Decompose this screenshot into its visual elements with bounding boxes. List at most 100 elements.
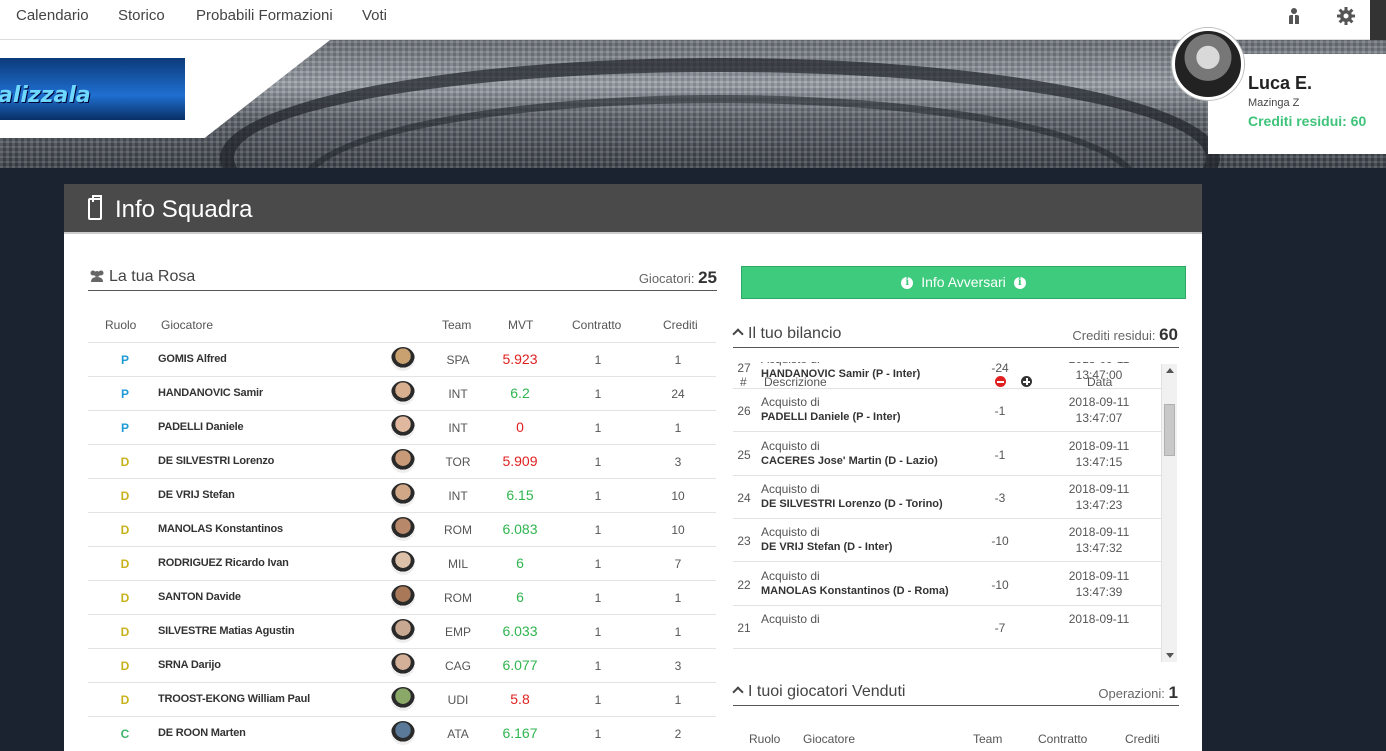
- col-crediti[interactable]: Crediti: [663, 318, 698, 332]
- table-row[interactable]: D SANTON Davide ROM 6 1 1: [88, 580, 716, 614]
- table-row[interactable]: D SILVESTRE Matias Agustin EMP 6.033 1 1: [88, 614, 716, 648]
- transaction-number: 25: [737, 447, 751, 462]
- player-photo: [391, 517, 415, 541]
- list-item[interactable]: 26 Acquisto di PADELLI Daniele (P - Inter)…: [733, 389, 1161, 433]
- info-avversari-button[interactable]: i Info Avversari i: [741, 266, 1186, 299]
- venduti-col-crediti[interactable]: Crediti: [1125, 732, 1160, 746]
- crediti-cell: 10: [671, 489, 685, 503]
- player-name[interactable]: GOMIS Alfred: [158, 353, 227, 365]
- table-row[interactable]: D RODRIGUEZ Ricardo Ivan MIL 6 1 7: [88, 546, 716, 580]
- player-name[interactable]: RODRIGUEZ Ricardo Ivan: [158, 557, 289, 569]
- crediti-cell: 3: [674, 455, 682, 469]
- transaction-date: 2018-09-11: [1049, 362, 1149, 366]
- transaction-number: 26: [737, 404, 751, 419]
- scroll-down-icon[interactable]: [1166, 653, 1174, 658]
- player-photo: [391, 653, 415, 677]
- player-photo: [391, 381, 415, 405]
- player-photo: [391, 415, 415, 439]
- avatar[interactable]: [1172, 28, 1244, 100]
- table-row[interactable]: C DE ROON Marten ATA 6.167 1 2: [88, 716, 716, 750]
- col-team[interactable]: Team: [442, 318, 471, 332]
- contratto-cell: 1: [594, 659, 602, 673]
- player-name[interactable]: HANDANOVIC Samir: [158, 387, 263, 399]
- bilancio-credits-value: 60: [1159, 325, 1178, 344]
- venduti-col-ruolo[interactable]: Ruolo: [749, 732, 780, 746]
- bilancio-list[interactable]: 27 Acquisto di HANDANOVIC Samir (P - Inter…: [733, 362, 1179, 662]
- logo-text: alizzala: [0, 83, 91, 108]
- chevron-up-icon: [732, 328, 744, 340]
- ruolo-cell: D: [120, 625, 130, 639]
- table-row[interactable]: D DE VRIJ Stefan INT 6.15 1 10: [88, 478, 716, 512]
- list-item[interactable]: 22 Acquisto di MANOLAS Konstantinos (D - R…: [733, 563, 1161, 606]
- site-logo[interactable]: alizzala: [0, 58, 185, 120]
- ruolo-cell: P: [120, 421, 129, 435]
- ruolo-cell: D: [120, 693, 130, 707]
- corner-tab[interactable]: [1370, 0, 1386, 40]
- player-name[interactable]: SILVESTRE Matias Agustin: [158, 625, 295, 637]
- transaction-date: 2018-09-11: [1068, 395, 1130, 410]
- transaction-player: HANDANOVIC Samir (P - Inter): [761, 368, 921, 380]
- mvt-cell: 6: [516, 555, 524, 571]
- transaction-number: 23: [737, 534, 751, 549]
- player-name[interactable]: PADELLI Daniele: [158, 421, 244, 433]
- col-giocatore[interactable]: Giocatore: [161, 318, 213, 332]
- info-avversari-label: Info Avversari: [921, 274, 1006, 290]
- transaction-date: 2018-09-11: [1068, 525, 1130, 540]
- contratto-cell: 1: [594, 591, 602, 605]
- list-item[interactable]: 21 Acquisto di -7 2018-09-11: [733, 606, 1161, 649]
- people-icon[interactable]: [1284, 6, 1306, 28]
- venduti-col-giocatore[interactable]: Giocatore: [803, 732, 855, 746]
- table-row[interactable]: D MANOLAS Konstantinos ROM 6.083 1 10: [88, 512, 716, 546]
- bilancio-scrollbar[interactable]: [1161, 364, 1177, 662]
- gear-icon[interactable]: [1336, 6, 1358, 28]
- nav-calendario[interactable]: Calendario: [16, 7, 89, 24]
- transaction-type: Acquisto di: [761, 525, 820, 540]
- contratto-cell: 1: [594, 557, 602, 571]
- team-cell: INT: [448, 489, 468, 503]
- list-item[interactable]: 24 Acquisto di DE SILVESTRI Lorenzo (D - T…: [733, 476, 1161, 519]
- table-row[interactable]: D TROOST-EKONG William Paul UDI 5.8 1 1: [88, 682, 716, 716]
- venduti-col-team[interactable]: Team: [973, 732, 1002, 746]
- transaction-time: 13:47:00: [1075, 368, 1123, 382]
- player-name[interactable]: SRNA Darijo: [158, 659, 221, 671]
- col-contratto[interactable]: Contratto: [572, 318, 621, 332]
- table-row[interactable]: D SRNA Darijo CAG 6.077 1 3: [88, 648, 716, 682]
- venduti-ops-label: Operazioni:: [1098, 686, 1165, 701]
- bilancio-divider: [733, 347, 1179, 348]
- venduti-col-contratto[interactable]: Contratto: [1038, 732, 1087, 746]
- mvt-cell: 5.923: [502, 351, 538, 367]
- scroll-thumb[interactable]: [1164, 404, 1175, 456]
- top-nav: Calendario Storico Probabili Formazioni …: [0, 0, 1386, 40]
- player-name[interactable]: DE SILVESTRI Lorenzo: [158, 455, 274, 467]
- ruolo-cell: P: [120, 353, 129, 367]
- nav-probabili-formazioni[interactable]: Probabili Formazioni: [196, 7, 333, 24]
- player-name[interactable]: MANOLAS Konstantinos: [158, 523, 283, 535]
- transaction-number: 24: [737, 490, 751, 505]
- player-name[interactable]: SANTON Davide: [158, 591, 241, 603]
- user-team: Mazinga Z: [1248, 97, 1300, 109]
- nav-storico[interactable]: Storico: [118, 7, 165, 24]
- table-row[interactable]: D DE SILVESTRI Lorenzo TOR 5.909 1 3: [88, 444, 716, 478]
- venduti-title[interactable]: I tuoi giocatori Venduti: [732, 683, 905, 701]
- player-name[interactable]: DE VRIJ Stefan: [158, 489, 235, 501]
- col-mvt[interactable]: MVT: [508, 318, 533, 332]
- team-cell: CAG: [444, 659, 471, 673]
- crediti-cell: 2: [674, 727, 682, 741]
- list-item[interactable]: 25 Acquisto di CACERES Jose' Martin (D - L…: [733, 433, 1161, 476]
- table-row[interactable]: P HANDANOVIC Samir INT 6.2 1 24: [88, 376, 716, 410]
- player-name[interactable]: TROOST-EKONG William Paul: [158, 693, 310, 705]
- table-row[interactable]: P GOMIS Alfred SPA 5.923 1 1: [88, 342, 716, 376]
- player-name[interactable]: DE ROON Marten: [158, 727, 246, 739]
- bilancio-title[interactable]: Il tuo bilancio: [732, 325, 841, 343]
- col-ruolo[interactable]: Ruolo: [105, 318, 136, 332]
- table-row[interactable]: P PADELLI Daniele INT 0 1 1: [88, 410, 716, 444]
- nav-voti[interactable]: Voti: [362, 7, 387, 24]
- bilancio-credits-label: Crediti residui:: [1072, 328, 1156, 343]
- list-item[interactable]: 23 Acquisto di DE VRIJ Stefan (D - Inter) -…: [733, 519, 1161, 563]
- transaction-time: 13:47:23: [1075, 497, 1123, 512]
- scroll-up-icon[interactable]: [1166, 368, 1174, 373]
- player-photo: [391, 687, 415, 711]
- list-item[interactable]: 27 Acquisto di HANDANOVIC Samir (P - Inter…: [733, 362, 1161, 389]
- ruolo-cell: D: [120, 523, 130, 537]
- player-photo: [391, 619, 415, 643]
